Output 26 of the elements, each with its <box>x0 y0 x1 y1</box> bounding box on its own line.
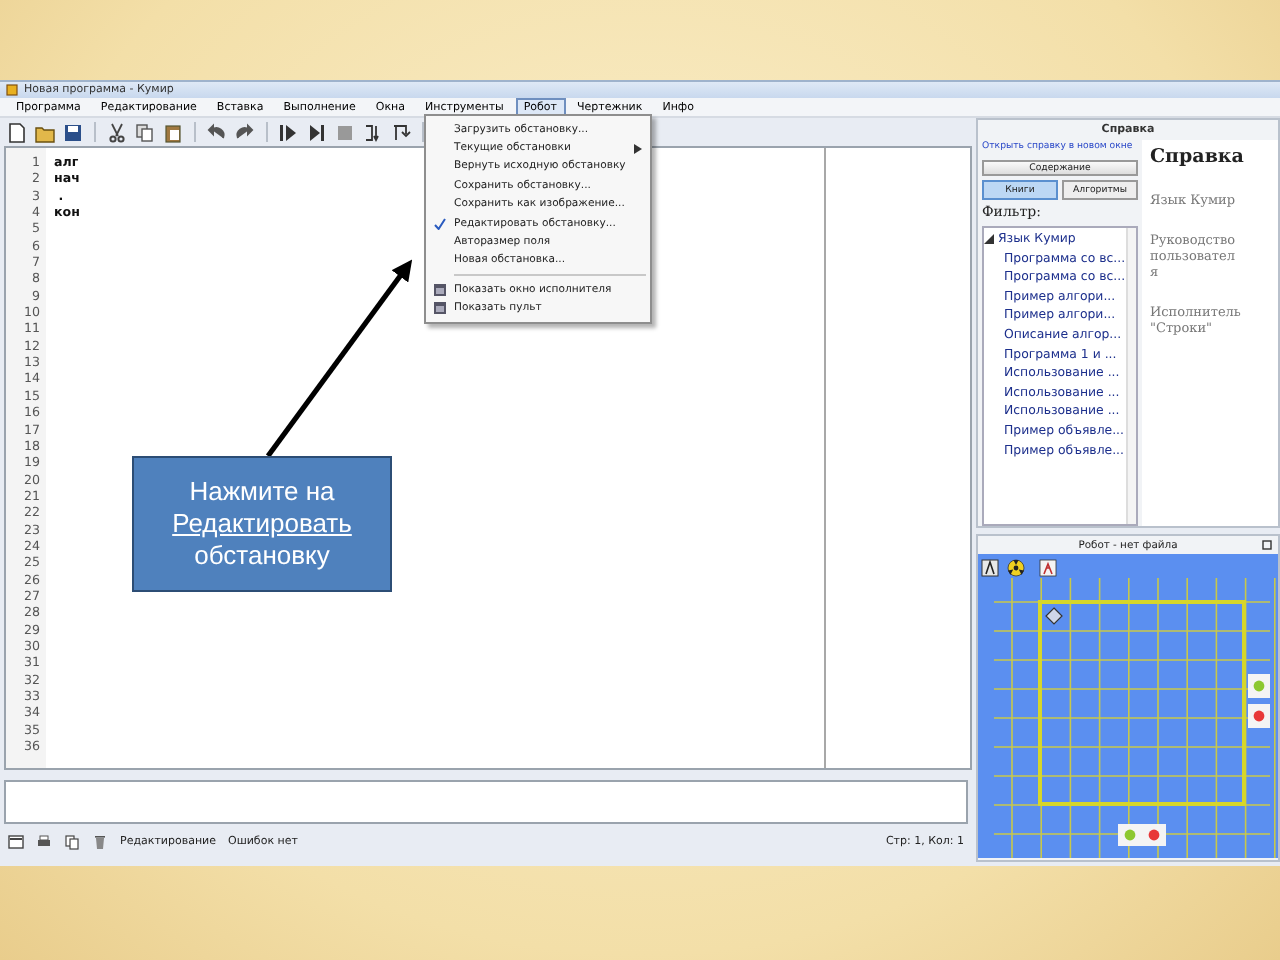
console-icon[interactable] <box>8 834 24 850</box>
expander-icon[interactable] <box>984 234 994 245</box>
paint-tool-icon[interactable] <box>1039 559 1057 577</box>
step-out-icon[interactable] <box>390 121 412 143</box>
help-heading: Справка <box>1150 146 1246 168</box>
robot-icon <box>1045 607 1063 625</box>
maximize-icon[interactable] <box>1262 540 1272 550</box>
text-tool-icon[interactable] <box>981 559 999 577</box>
copy-icon[interactable] <box>64 834 80 850</box>
print-icon[interactable] <box>36 834 52 850</box>
callout-link[interactable]: Редактировать <box>172 508 352 538</box>
app-icon <box>6 84 18 96</box>
callout-text: Нажмите на Редактировать обстановку <box>170 476 354 572</box>
radiation-icon[interactable] <box>1007 559 1025 577</box>
cut-icon[interactable] <box>106 121 128 143</box>
save-icon[interactable] <box>62 121 84 143</box>
copy-icon[interactable] <box>134 121 156 143</box>
indicator-icon[interactable] <box>1142 824 1166 846</box>
undo-icon[interactable] <box>206 121 228 143</box>
step-icon[interactable] <box>306 121 328 143</box>
redo-icon[interactable] <box>234 121 256 143</box>
indicator-icon[interactable] <box>1248 704 1270 728</box>
paste-icon[interactable] <box>162 121 184 143</box>
run-icon[interactable] <box>278 121 300 143</box>
trash-icon[interactable] <box>92 834 108 850</box>
step-into-icon[interactable] <box>362 121 384 143</box>
